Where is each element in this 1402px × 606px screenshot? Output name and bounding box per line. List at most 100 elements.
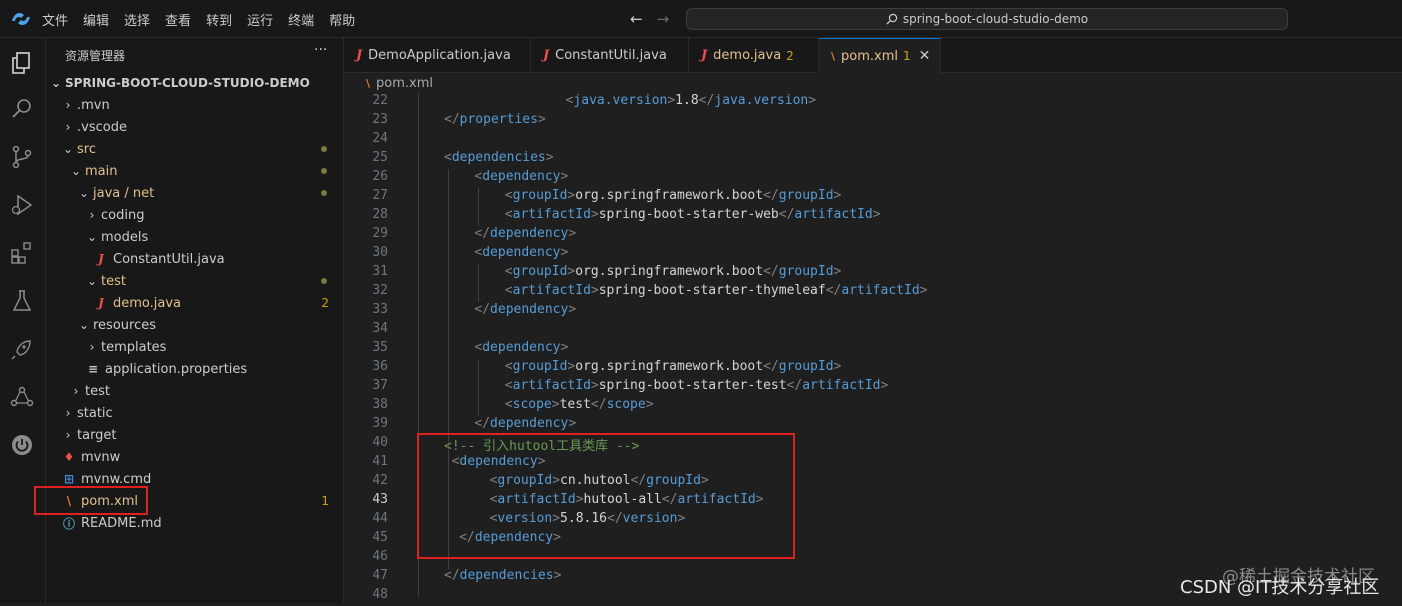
spring-boot-power-icon[interactable] <box>9 432 35 458</box>
code-line: 42 <groupId>cn.hutool</groupId> <box>344 473 1402 492</box>
tree-folder-static[interactable]: › static <box>46 402 343 424</box>
code-text: <groupId>org.springframework.boot</group… <box>504 188 842 203</box>
line-number: 40 <box>372 435 388 450</box>
code-editor[interactable]: 22 <java.version>1.8</java.version> 23 </pr… <box>344 93 1402 603</box>
chevron-down-icon: ⌄ <box>86 274 98 288</box>
search-icon[interactable] <box>9 96 35 122</box>
line-number: 42 <box>372 473 388 488</box>
tree-file-readme[interactable]: ⓘ README.md <box>46 512 343 534</box>
modified-dot <box>321 190 327 196</box>
breadcrumb-file[interactable]: pom.xml <box>376 76 433 91</box>
tree-folder-target[interactable]: › target <box>46 424 343 446</box>
menu-goto[interactable]: 转到 <box>206 10 232 29</box>
line-number: 31 <box>372 264 388 279</box>
code-text: <groupId>org.springframework.boot</group… <box>504 264 842 279</box>
menu-select[interactable]: 选择 <box>124 10 150 29</box>
line-number: 38 <box>372 397 388 412</box>
more-actions-icon[interactable]: ··· <box>314 42 327 58</box>
chevron-right-icon: › <box>65 120 71 134</box>
project-root[interactable]: ⌄ SPRING-BOOT-CLOUD-STUDIO-DEMO <box>46 72 343 94</box>
modified-dot <box>321 168 327 174</box>
code-line: 45 </dependency> <box>344 530 1402 549</box>
explorer-sidebar: 资源管理器 ··· ⌄ SPRING-BOOT-CLOUD-STUDIO-DEM… <box>34 38 344 603</box>
code-line: 30 <dependency> <box>344 245 1402 264</box>
chevron-right-icon: › <box>89 208 95 222</box>
tab-pom-xml[interactable]: \ pom.xml 1 ✕ <box>819 38 941 73</box>
tree-file-demo-java[interactable]: J demo.java 2 <box>46 292 343 314</box>
cloud-studio-icon[interactable] <box>9 384 35 410</box>
tree-folder-main[interactable]: ⌄ main <box>46 160 343 182</box>
tab-constantutil[interactable]: J ConstantUtil.java <box>531 38 689 73</box>
line-number: 26 <box>372 169 388 184</box>
run-debug-icon[interactable] <box>9 192 35 218</box>
code-text: <artifactId>spring-boot-starter-web</art… <box>504 207 881 222</box>
line-number: 48 <box>372 587 388 602</box>
tree-folder-resources[interactable]: ⌄ resources <box>46 314 343 336</box>
tree-folder-coding[interactable]: › coding <box>46 204 343 226</box>
pom-highlight-box <box>34 486 148 515</box>
code-text: </dependency> <box>474 302 577 317</box>
problem-count-badge: 1 <box>321 494 329 508</box>
code-line: 38 <scope>test</scope> <box>344 397 1402 416</box>
code-line: 28 <artifactId>spring-boot-starter-web</a… <box>344 207 1402 226</box>
code-text: </dependency> <box>474 416 577 431</box>
line-number: 34 <box>372 321 388 336</box>
java-file-icon: J <box>98 252 104 266</box>
menu-edit[interactable]: 编辑 <box>83 10 109 29</box>
menu-bar: 文件 编辑 选择 查看 转到 运行 终端 帮助 <box>42 0 370 38</box>
tree-folder-test-root[interactable]: › test <box>46 380 343 402</box>
tree-file-application-properties[interactable]: ≡ application.properties <box>46 358 343 380</box>
chevron-down-icon: ⌄ <box>70 164 82 178</box>
extensions-icon[interactable] <box>9 240 35 266</box>
tree-folder-java-net[interactable]: ⌄ java / net <box>46 182 343 204</box>
tab-demoapplication[interactable]: J DemoApplication.java <box>344 38 531 73</box>
line-number: 24 <box>372 131 388 146</box>
explorer-files-icon[interactable] <box>9 50 35 76</box>
testing-flask-icon[interactable] <box>9 288 35 314</box>
tree-folder-mvn[interactable]: › .mvn <box>46 94 343 116</box>
tree-folder-models[interactable]: ⌄ models <box>46 226 343 248</box>
command-center-search[interactable]: spring-boot-cloud-studio-demo <box>686 8 1288 30</box>
line-number: 22 <box>372 93 388 108</box>
tab-demo-java[interactable]: J demo.java 2 <box>689 38 819 73</box>
command-center-text: spring-boot-cloud-studio-demo <box>902 12 1089 26</box>
rss-xml-file-icon: \ <box>831 49 836 63</box>
code-line: 23 </properties> <box>344 112 1402 131</box>
code-line: 31 <groupId>org.springframework.boot</gro… <box>344 264 1402 283</box>
menu-file[interactable]: 文件 <box>42 10 68 29</box>
tree-folder-vscode[interactable]: › .vscode <box>46 116 343 138</box>
menu-help[interactable]: 帮助 <box>329 10 355 29</box>
tree-folder-src[interactable]: ⌄ src <box>46 138 343 160</box>
code-line: 29 </dependency> <box>344 226 1402 245</box>
line-number: 44 <box>372 511 388 526</box>
forward-arrow-icon[interactable]: → <box>657 10 670 28</box>
close-icon[interactable]: ✕ <box>919 48 931 64</box>
source-control-icon[interactable] <box>9 144 35 170</box>
tree-folder-test[interactable]: ⌄ test <box>46 270 343 292</box>
modified-dot <box>321 278 327 284</box>
remote-rocket-icon[interactable] <box>9 336 35 362</box>
back-arrow-icon[interactable]: ← <box>630 10 643 28</box>
search-icon <box>886 13 898 25</box>
editor-tabs: J DemoApplication.java J ConstantUtil.ja… <box>344 38 1402 73</box>
menu-terminal[interactable]: 终端 <box>288 10 314 29</box>
line-number: 43 <box>372 492 388 507</box>
menu-view[interactable]: 查看 <box>165 10 191 29</box>
code-line: 41 <dependency> <box>344 454 1402 473</box>
tree-folder-templates[interactable]: › templates <box>46 336 343 358</box>
line-number: 35 <box>372 340 388 355</box>
line-number: 23 <box>372 112 388 127</box>
code-text: <!-- 引入hutool工具类库 --> <box>444 439 640 454</box>
code-text: </dependencies> <box>444 568 562 583</box>
rss-xml-file-icon: \ <box>366 76 371 90</box>
menu-run[interactable]: 运行 <box>247 10 273 29</box>
line-number: 41 <box>372 454 388 469</box>
code-text: <groupId>cn.hutool</groupId> <box>489 473 709 488</box>
chevron-down-icon: ⌄ <box>50 76 62 90</box>
code-text: </properties> <box>444 112 546 127</box>
code-text: <artifactId>spring-boot-starter-test</ar… <box>504 378 889 393</box>
line-number: 47 <box>372 568 388 583</box>
tree-file-mvnw[interactable]: ♦ mvnw <box>46 446 343 468</box>
chevron-down-icon: ⌄ <box>62 142 74 156</box>
tree-file-constantutil[interactable]: J ConstantUtil.java <box>46 248 343 270</box>
